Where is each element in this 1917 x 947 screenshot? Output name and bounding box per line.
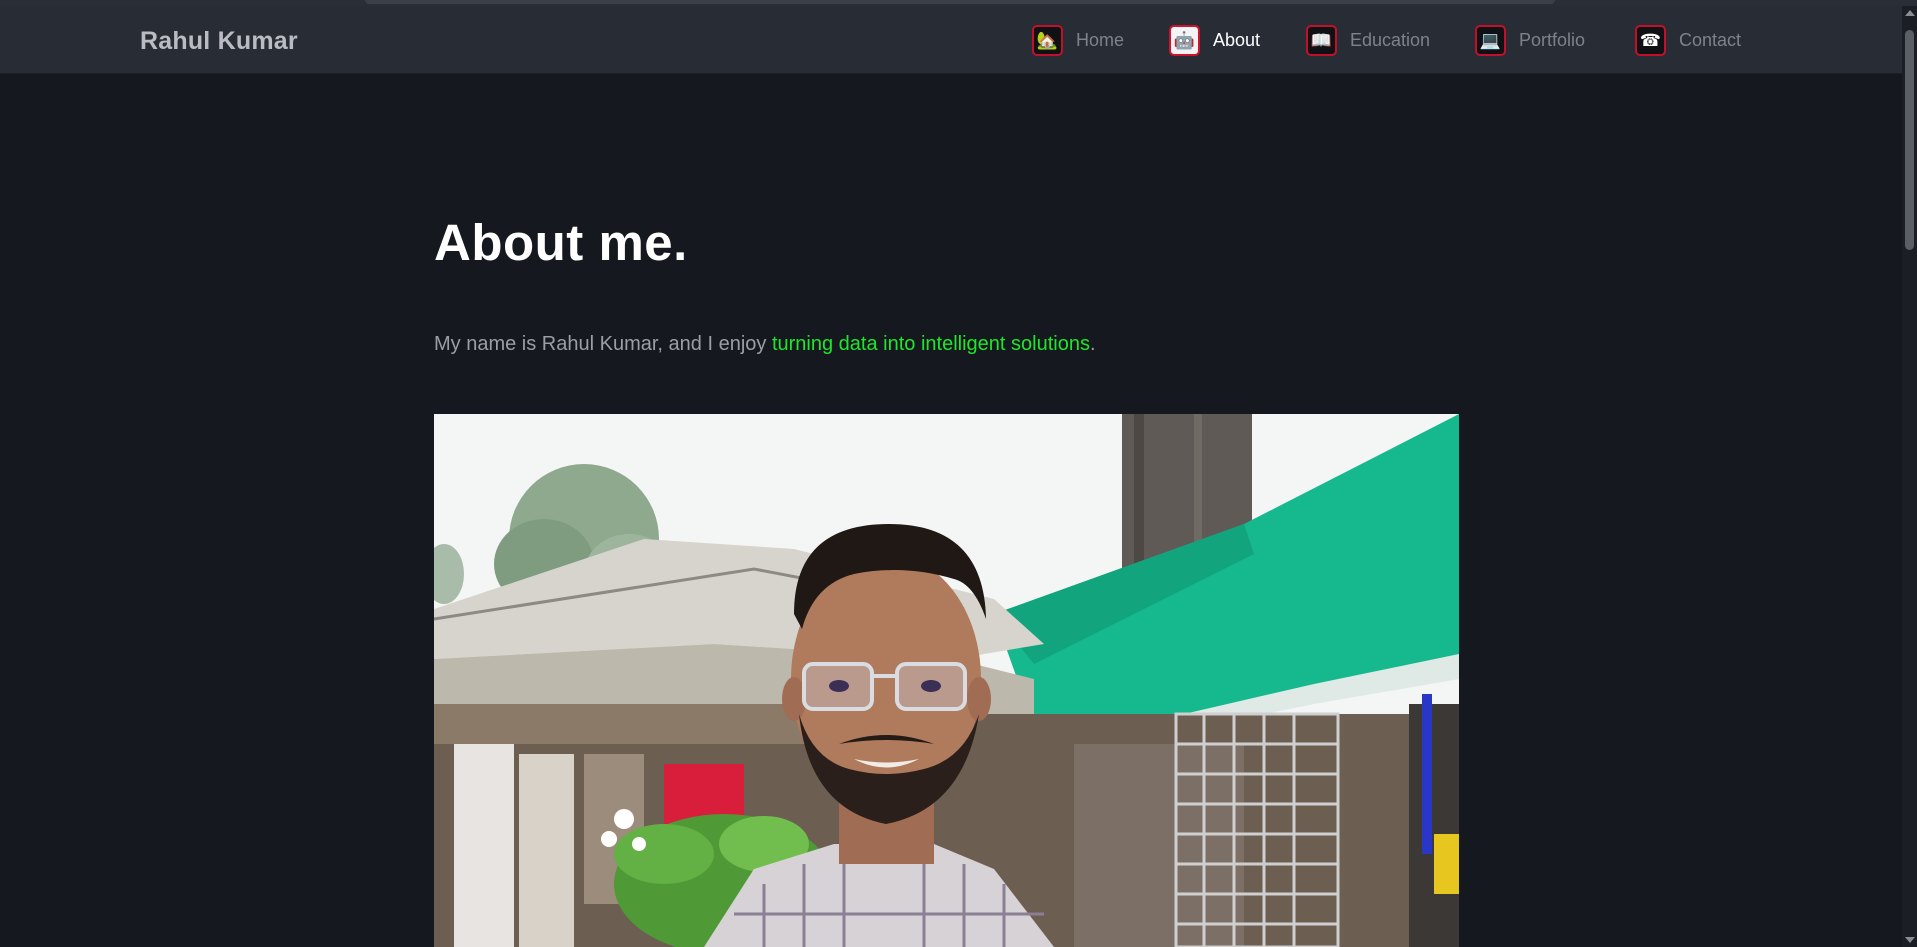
nav-label-about: About [1213,29,1261,50]
page-title: About me. [434,214,688,271]
nav-item-education[interactable]: 📖 Education [1306,24,1431,56]
intro-suffix: . [1089,333,1096,355]
navbar: Rahul Kumar 🏡 Home 🤖 About 📖 Education 💻… [0,6,1902,74]
laptop-icon: 💻 [1475,24,1506,56]
home-icon: 🏡 [1032,24,1063,56]
nav-item-about[interactable]: 🤖 About [1169,24,1261,56]
scroll-up-arrow-icon[interactable] [1905,10,1915,16]
nav-label-portfolio: Portfolio [1519,29,1586,50]
vertical-scrollbar[interactable] [1902,6,1917,947]
nav-item-home[interactable]: 🏡 Home [1032,24,1125,56]
intro-highlight: turning data into intelligent solutions [771,333,1090,355]
intro-text: My name is Rahul Kumar, and I enjoy turn… [434,333,1096,356]
nav-label-education: Education [1350,29,1431,50]
nav-item-portfolio[interactable]: 💻 Portfolio [1475,24,1586,56]
intro-prefix: My name is Rahul Kumar, and I enjoy [434,333,772,355]
scroll-down-arrow-icon[interactable] [1905,937,1915,943]
profile-photo [434,414,1459,947]
telephone-icon: ☎ [1635,24,1666,56]
nav-label-home: Home [1076,29,1125,50]
browser-tab-edge [365,0,1555,4]
brand-logo[interactable]: Rahul Kumar [140,27,298,56]
nav-item-contact[interactable]: ☎ Contact [1635,24,1742,56]
robot-icon: 🤖 [1169,24,1200,56]
book-icon: 📖 [1306,24,1337,56]
nav-label-contact: Contact [1679,29,1742,50]
scrollbar-thumb[interactable] [1905,30,1914,250]
